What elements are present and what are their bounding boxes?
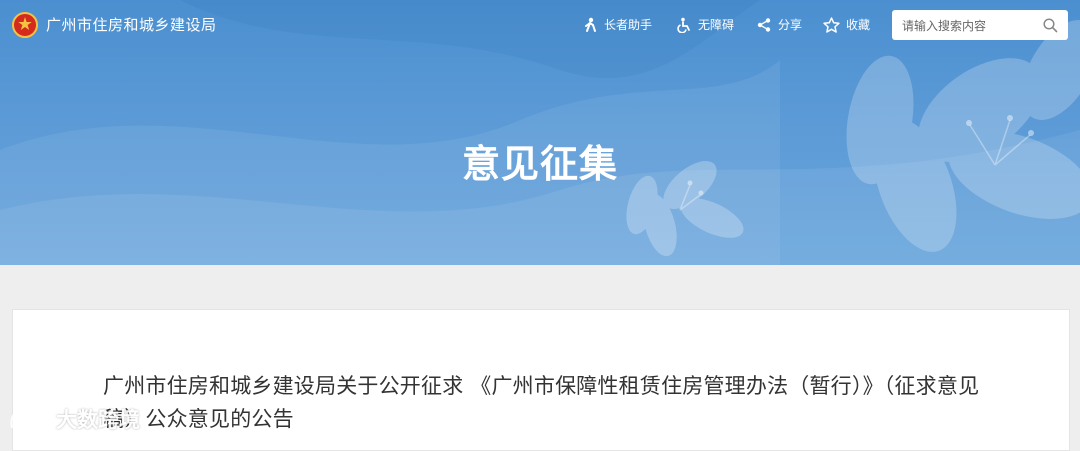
share-icon: [757, 18, 771, 32]
elder-helper-label: 长者助手: [604, 18, 653, 32]
site-title[interactable]: 广州市住房和城乡建设局: [46, 14, 217, 36]
watermark-logo-icon: [10, 409, 48, 429]
elder-helper-icon: [585, 17, 596, 32]
page-title: 意见征集: [461, 142, 618, 186]
wheelchair-icon: [677, 17, 690, 33]
search-input[interactable]: [900, 14, 1044, 38]
favorite-button[interactable]: 收藏: [823, 16, 870, 34]
accessibility-label: 无障碍: [698, 18, 735, 32]
favorite-label: 收藏: [846, 18, 871, 32]
accessibility-button[interactable]: 无障碍: [676, 16, 734, 34]
share-label: 分享: [778, 18, 803, 32]
search-box: [892, 10, 1068, 40]
star-icon: [823, 17, 840, 33]
watermark: 大数跨境: [8, 404, 140, 434]
header-banner: 广州市住房和城乡建设局 长者助手 无障碍 分享 收藏 请输入搜索内容 意见征集: [0, 0, 1080, 265]
search-icon[interactable]: [1043, 18, 1058, 33]
elder-helper-button[interactable]: 长者助手: [582, 16, 652, 34]
share-button[interactable]: 分享: [756, 16, 802, 34]
top-bar: 广州市住房和城乡建设局 长者助手 无障碍 分享 收藏 请输入搜索内容: [0, 0, 1080, 52]
watermark-text: 大数跨境: [56, 408, 140, 432]
notice-card: 广州市住房和城乡建设局关于公开征求 《广州市保障性租赁住房管理办法（暂行）》（征…: [12, 309, 1070, 451]
emblem-icon: [12, 12, 38, 38]
notice-title: 广州市住房和城乡建设局关于公开征求 《广州市保障性租赁住房管理办法（暂行）》（征…: [103, 374, 980, 431]
